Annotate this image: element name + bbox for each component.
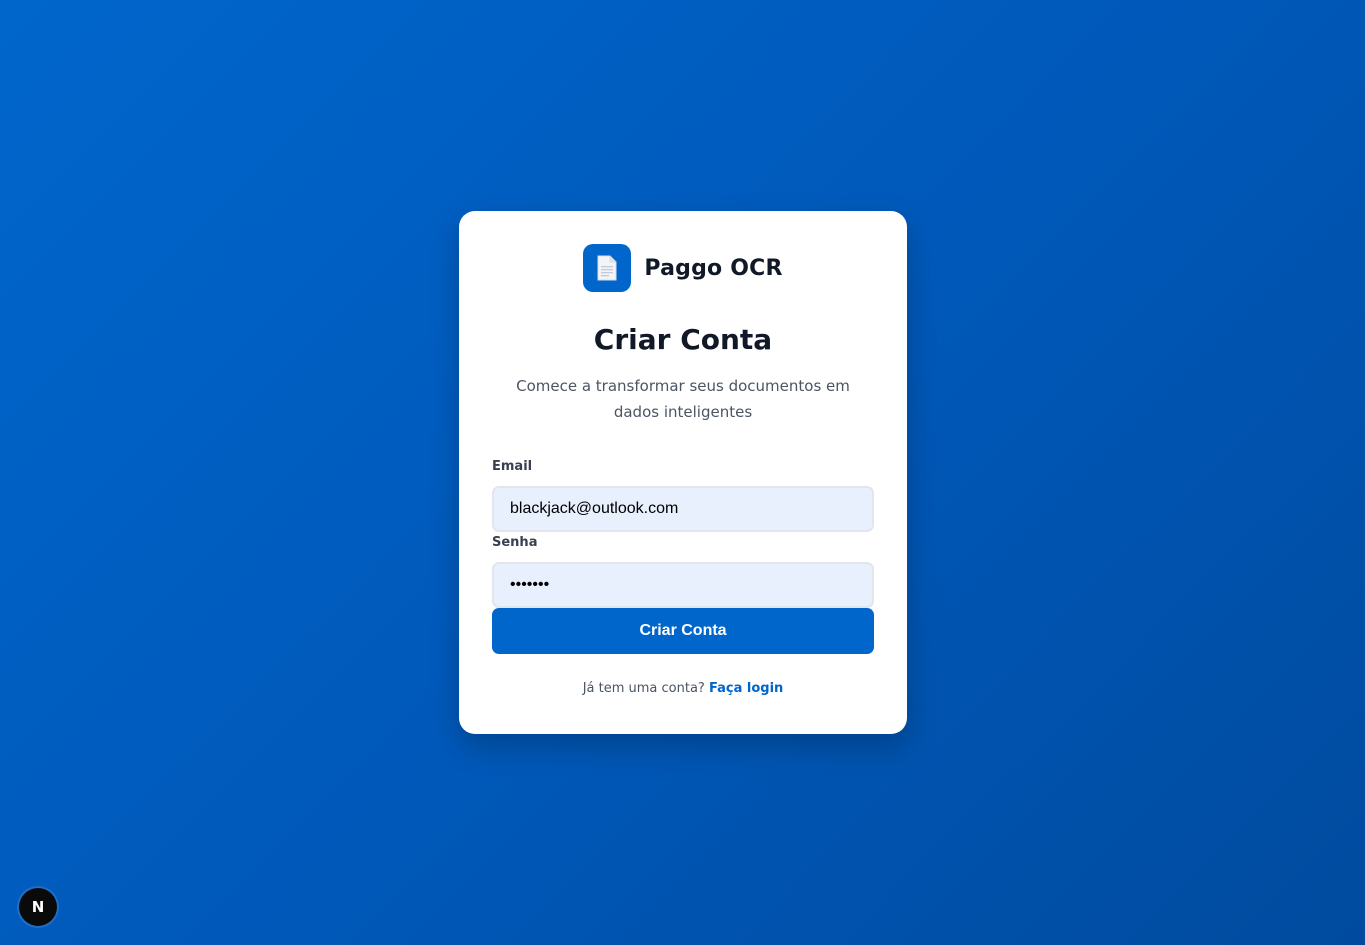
login-prompt: Já tem uma conta? Faça login: [459, 681, 907, 696]
nextjs-badge-letter: N: [31, 898, 45, 916]
signup-card: Paggo OCR Criar Conta Comece a transform…: [459, 211, 907, 734]
page-title: Criar Conta: [593, 323, 773, 356]
password-field[interactable]: [492, 562, 874, 608]
login-prompt-text: Já tem uma conta?: [582, 681, 705, 696]
document-icon: [583, 244, 632, 292]
brand-header: Paggo OCR: [459, 244, 907, 292]
create-account-button[interactable]: Criar Conta: [492, 608, 874, 654]
brand-name: Paggo OCR: [644, 255, 783, 281]
login-link[interactable]: Faça login: [709, 681, 783, 696]
email-label: Email: [492, 459, 533, 474]
nextjs-icon[interactable]: N: [19, 888, 57, 926]
password-label: Senha: [492, 535, 538, 550]
email-field[interactable]: [492, 486, 874, 532]
page-subtitle: Comece a transformar seus documentos em …: [516, 377, 850, 421]
